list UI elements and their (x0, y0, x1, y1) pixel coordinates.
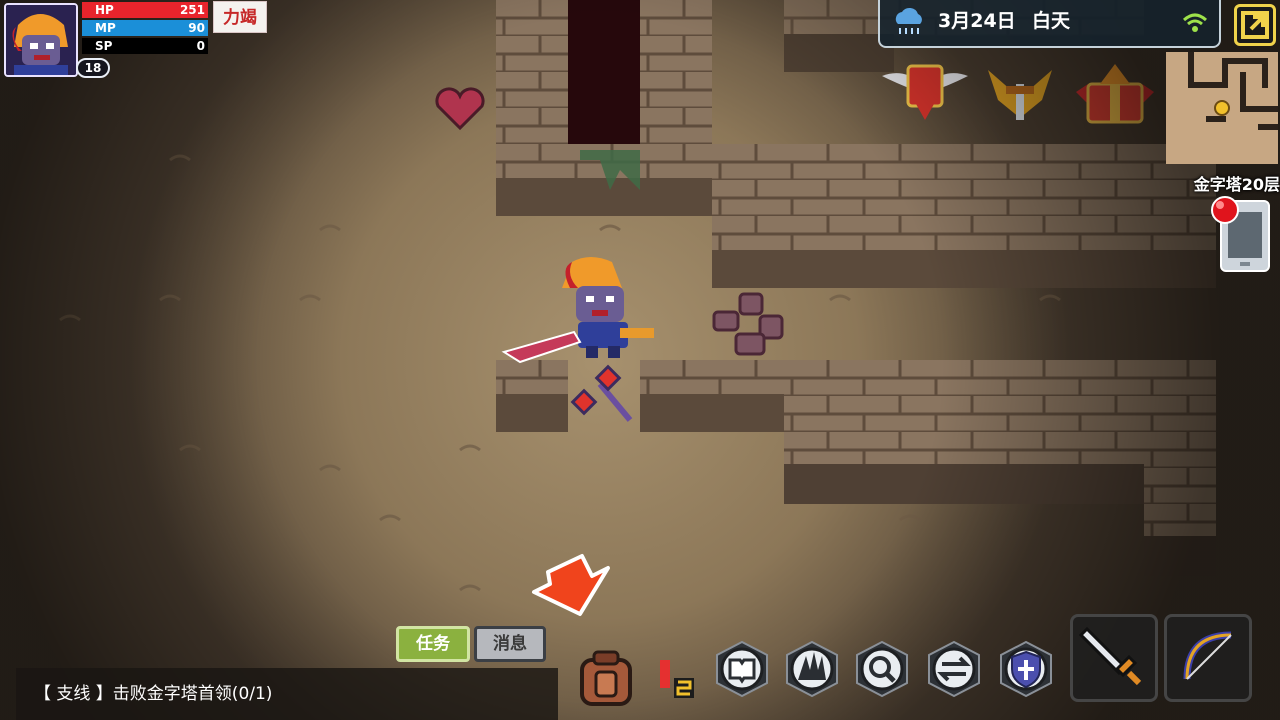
hp-label: HP (95, 3, 114, 17)
notification-dot-icon (1211, 196, 1239, 224)
mp-label: MP (95, 21, 116, 35)
search-icon (856, 640, 908, 698)
rank-emblem-button[interactable] (882, 60, 970, 122)
book-icon (716, 640, 768, 698)
quest-tab[interactable]: 任务 (396, 626, 470, 662)
search-button[interactable] (854, 640, 910, 698)
book-button[interactable] (714, 640, 770, 698)
claw-skill-icon (786, 640, 838, 698)
bow-icon (1183, 631, 1232, 680)
skill-button[interactable] (784, 640, 840, 698)
backpack-icon (580, 650, 632, 706)
date-label: 3月24日 (938, 10, 1016, 32)
quest-tracker[interactable]: 【 支线 】击败金字塔首领(0/1) (16, 668, 558, 720)
shield-icon (1000, 640, 1052, 698)
gift-emblem-button[interactable] (1074, 60, 1158, 122)
hotkey-swap-button[interactable] (650, 654, 700, 704)
message-tab[interactable]: 消息 (474, 626, 546, 662)
sp-label: SP (95, 39, 113, 53)
exit-button[interactable] (1234, 4, 1276, 46)
wifi-icon (1182, 13, 1208, 32)
floor-label: 金字塔20层 (1193, 175, 1280, 194)
mp-value: 90 (188, 21, 205, 35)
sp-bar: SP 0 (82, 38, 208, 54)
time-of-day-label: 白天 (1032, 10, 1071, 32)
hero-avatar-icon (6, 5, 76, 75)
mp-bar: MP 90 (82, 20, 208, 36)
weapon-slot-bow[interactable] (1164, 614, 1252, 702)
minimap[interactable] (1166, 52, 1278, 164)
hp-value: 251 (179, 3, 205, 17)
level-badge: 18 (76, 58, 110, 78)
sp-value: 0 (196, 39, 205, 53)
minimap-layout (1166, 52, 1278, 164)
quest-objective-text: 【 支线 】击败金字塔首领(0/1) (34, 684, 273, 704)
exhausted-status-tag[interactable]: 力竭 (213, 1, 267, 33)
number-one-two-icon (660, 660, 694, 698)
sword-emblem-button[interactable] (984, 60, 1056, 122)
player-portrait[interactable] (4, 3, 78, 77)
hp-bar: HP 251 (82, 2, 208, 18)
rain-cloud-icon (895, 7, 922, 34)
exit-arrow-icon (1241, 11, 1269, 39)
swap-button[interactable] (926, 640, 982, 698)
swap-arrows-icon (928, 640, 980, 698)
backpack-button[interactable] (574, 646, 638, 710)
weapon-slot-sword[interactable] (1070, 614, 1158, 702)
date-weather-panel[interactable]: 3月24日 白天 (878, 0, 1221, 48)
sword-icon (1078, 626, 1142, 686)
defense-button[interactable] (998, 640, 1054, 698)
